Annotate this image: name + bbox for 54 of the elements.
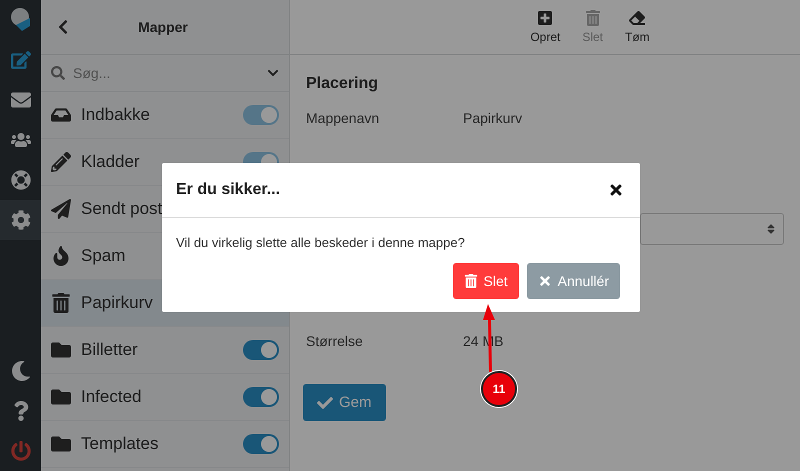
eraser-icon xyxy=(629,10,646,26)
folder-icon xyxy=(51,340,71,360)
folder-label: Sendt post xyxy=(81,199,164,219)
toggle-switch[interactable] xyxy=(243,434,279,454)
section-heading: Placering xyxy=(306,75,380,93)
toolbar-button[interactable]: Opret xyxy=(526,0,564,54)
folder-item[interactable]: Infected xyxy=(41,374,289,421)
envelope-icon xyxy=(10,90,30,110)
dialog-message: Vil du virkelig slette alle beskeder i denne mappe? xyxy=(176,235,465,250)
field-label: Størrelse xyxy=(306,333,364,349)
toolbar-button[interactable]: Tøm xyxy=(621,0,654,54)
cancel-button[interactable]: Annullér xyxy=(526,263,620,299)
sidebar-title: Mapper xyxy=(137,19,189,35)
folder-item[interactable]: Billetter xyxy=(41,327,289,374)
folder-label: Indbakke xyxy=(81,105,151,125)
moon-icon xyxy=(10,361,30,381)
chevron-down-icon[interactable] xyxy=(267,67,279,79)
folder-label: Papirkurv xyxy=(81,293,154,313)
paper-plane-icon xyxy=(51,199,71,219)
flame-icon xyxy=(51,246,71,266)
folder-label: Kladder xyxy=(81,152,141,172)
folder-item[interactable]: Indbakke xyxy=(41,92,289,139)
plus-icon xyxy=(537,10,554,26)
search-field[interactable]: Søg... xyxy=(71,64,261,82)
search-icon xyxy=(51,66,65,80)
folder-label: Billetter xyxy=(81,340,139,360)
trash-icon xyxy=(584,10,601,26)
close-icon xyxy=(608,182,624,198)
rail-button[interactable] xyxy=(0,200,41,240)
folder-label: Templates xyxy=(81,434,160,454)
folder-item[interactable]: Templates xyxy=(41,421,289,468)
save-button[interactable]: Gem xyxy=(303,384,386,421)
delete-button[interactable]: Slet xyxy=(452,263,519,299)
toggle-switch[interactable] xyxy=(243,340,279,360)
select-field[interactable] xyxy=(640,213,784,245)
folder-label: Spam xyxy=(81,246,126,266)
compose-icon xyxy=(10,50,30,70)
field-value: Papirkurv xyxy=(463,110,522,126)
pencil-icon xyxy=(51,152,71,172)
folder-icon xyxy=(51,387,71,407)
check-icon xyxy=(317,394,333,410)
power-icon xyxy=(10,441,30,461)
toggle-switch[interactable] xyxy=(243,387,279,407)
close-icon xyxy=(538,274,552,288)
trash-icon xyxy=(51,293,71,313)
sort-caret-icon xyxy=(765,223,777,235)
users-icon xyxy=(10,130,30,150)
trash-icon xyxy=(464,274,478,288)
lifebuoy-icon xyxy=(10,170,30,190)
settings-icon xyxy=(10,210,30,230)
moon-button[interactable] xyxy=(10,361,30,381)
folder-icon xyxy=(51,434,71,454)
folder-label: Infected xyxy=(81,387,142,407)
field-label: Mappenavn xyxy=(306,110,380,126)
